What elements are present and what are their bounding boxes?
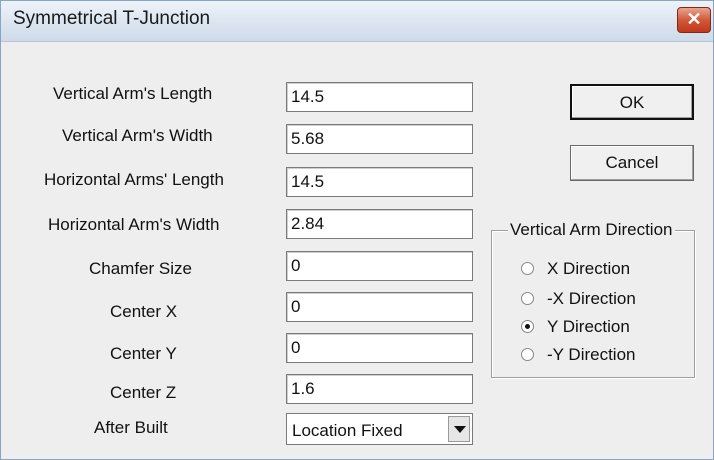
vertical-arm-length-field[interactable]: 14.5 bbox=[286, 82, 473, 112]
dialog-window: Symmetrical T-Junction ✕ Vertical Arm's … bbox=[0, 0, 714, 460]
vertical-arm-length-label: Vertical Arm's Length bbox=[53, 84, 213, 103]
center-y-label: Center Y bbox=[110, 344, 177, 363]
close-button[interactable]: ✕ bbox=[677, 7, 711, 33]
radio-button-checked-icon[interactable] bbox=[521, 320, 534, 333]
radio-button-icon[interactable] bbox=[521, 348, 534, 361]
radio-x-direction-label: X Direction bbox=[547, 259, 631, 278]
horizontal-arms-length-field[interactable]: 14.5 bbox=[286, 167, 473, 197]
center-x-label: Center X bbox=[110, 302, 178, 321]
after-built-label: After Built bbox=[94, 418, 168, 437]
horizontal-arm-width-field[interactable]: 2.84 bbox=[286, 209, 473, 239]
center-y-field[interactable]: 0 bbox=[286, 333, 473, 363]
after-built-dropdown[interactable]: Location Fixed bbox=[286, 413, 473, 445]
center-z-label: Center Z bbox=[110, 383, 177, 402]
horizontal-arms-length-label: Horizontal Arms' Length bbox=[44, 170, 224, 189]
vertical-arm-width-field[interactable]: 5.68 bbox=[286, 124, 473, 154]
radio-button-icon[interactable] bbox=[521, 262, 534, 275]
after-built-selected-value: Location Fixed bbox=[292, 421, 403, 440]
cancel-button-label: Cancel bbox=[605, 153, 659, 172]
radio-button-icon[interactable] bbox=[521, 292, 534, 305]
chamfer-size-label: Chamfer Size bbox=[89, 259, 192, 278]
title-bar[interactable]: Symmetrical T-Junction ✕ bbox=[1, 1, 713, 42]
ok-button[interactable]: OK bbox=[570, 84, 694, 120]
horizontal-arm-width-label: Horizontal Arm's Width bbox=[48, 215, 220, 234]
ok-button-label: OK bbox=[619, 93, 645, 112]
center-x-field[interactable]: 0 bbox=[286, 292, 473, 322]
radio-neg-x-direction-label: -X Direction bbox=[547, 289, 636, 308]
cancel-button[interactable]: Cancel bbox=[570, 145, 694, 181]
close-icon: ✕ bbox=[686, 9, 702, 29]
dialog-title: Symmetrical T-Junction bbox=[13, 8, 211, 29]
chamfer-size-field[interactable]: 0 bbox=[286, 251, 473, 281]
vertical-arm-direction-title: Vertical Arm Direction bbox=[508, 220, 675, 240]
radio-y-direction-label: Y Direction bbox=[547, 317, 630, 336]
chevron-down-icon[interactable] bbox=[448, 416, 470, 442]
radio-neg-y-direction-label: -Y Direction bbox=[547, 345, 636, 364]
vertical-arm-width-label: Vertical Arm's Width bbox=[62, 126, 213, 145]
center-z-field[interactable]: 1.6 bbox=[286, 374, 473, 404]
